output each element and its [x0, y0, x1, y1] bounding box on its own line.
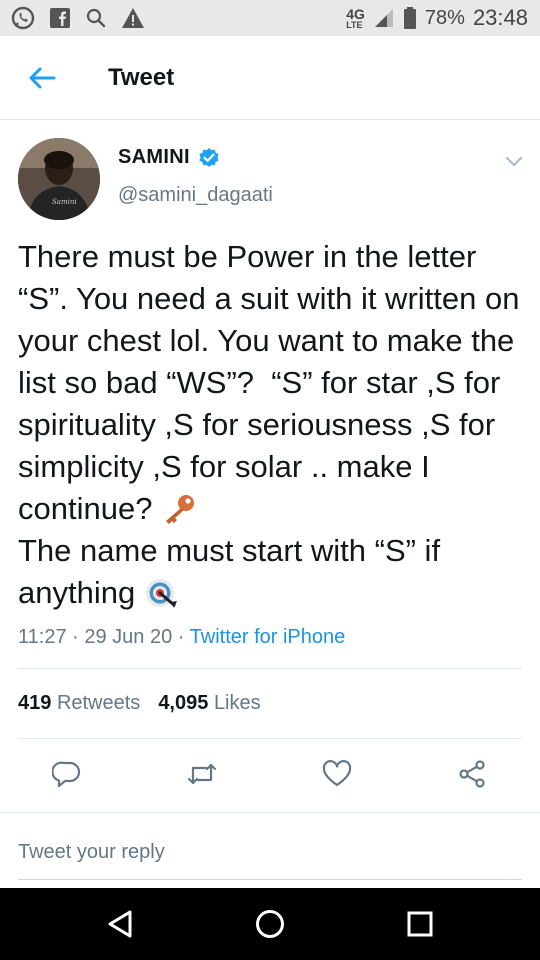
navigation-bar: [0, 888, 540, 960]
retweets-label: Retweets: [56, 692, 141, 714]
avatar-image: Samini: [18, 138, 100, 220]
share-button[interactable]: [456, 758, 488, 790]
network-subtype: LTE: [346, 19, 363, 30]
divider: [18, 668, 522, 669]
tweet-date: 29 Jun 20: [84, 626, 173, 648]
status-bar-system: 4G LTE 78% 23:48: [346, 5, 528, 31]
retweet-icon: [187, 763, 217, 785]
likes-label: Likes: [213, 692, 261, 714]
tweet-text-main: There must be Power in the letter “S”. Y…: [18, 239, 529, 526]
triangle-back-icon: [108, 910, 132, 938]
back-button[interactable]: [12, 48, 72, 108]
reply-bar: Tweet your reply: [0, 812, 540, 888]
likes-stat[interactable]: 4,095 Likes: [158, 692, 260, 715]
whatsapp-icon: [11, 6, 35, 30]
clock: 23:48: [472, 5, 528, 30]
network-indicator: 4G LTE: [346, 7, 365, 30]
battery-percent: 78%: [424, 6, 465, 29]
status-bar-notifications: [10, 5, 146, 31]
tweet-stats: 419 Retweets 4,095 Likes: [18, 692, 261, 715]
like-button[interactable]: [321, 758, 353, 790]
page-title: Tweet: [108, 63, 175, 91]
arrow-left-icon: [29, 67, 56, 88]
app-bar: Tweet: [0, 36, 540, 120]
key-emoji-icon: [166, 495, 195, 524]
likes-count: 4,095: [158, 692, 209, 714]
retweet-button[interactable]: [186, 758, 218, 790]
nav-back-button[interactable]: [102, 906, 138, 942]
author-handle[interactable]: @samini_dagaati: [118, 184, 273, 207]
heart-icon: [322, 760, 352, 787]
square-recents-icon: [407, 911, 433, 937]
verified-badge-icon: [199, 147, 219, 167]
tweet-meta: 11:27 · 29 Jun 20 · Twitter for iPhone: [18, 626, 346, 648]
tweet-text: There must be Power in the letter “S”. Y…: [18, 236, 528, 614]
avatar-shirt-text: Samini: [52, 198, 77, 206]
circle-home-icon: [256, 910, 284, 938]
signal-icon: [374, 9, 393, 27]
author-name-row: SAMINI: [118, 146, 220, 169]
network-type: 4G: [346, 5, 365, 22]
warning-icon: [122, 8, 144, 28]
reply-button[interactable]: [51, 758, 83, 790]
avatar[interactable]: Samini: [18, 138, 100, 220]
reply-icon: [52, 761, 81, 788]
tweet-actions: [0, 748, 540, 800]
tweet-time: 11:27: [18, 626, 67, 648]
reply-input[interactable]: Tweet your reply: [18, 841, 165, 864]
chevron-down-icon[interactable]: [502, 150, 526, 174]
nav-recents-button[interactable]: [402, 906, 438, 942]
reply-input-underline: [18, 879, 522, 880]
tweet-text-end: The name must start with “S” if anything: [18, 533, 449, 610]
facebook-icon: [50, 8, 70, 28]
battery-icon: [403, 7, 416, 29]
retweets-stat[interactable]: 419 Retweets: [18, 692, 140, 715]
status-bar: 4G LTE 78% 23:48: [0, 0, 540, 36]
tweet-source-link[interactable]: Twitter for iPhone: [190, 626, 346, 648]
author-name[interactable]: SAMINI: [118, 146, 190, 169]
divider: [18, 738, 522, 739]
share-icon: [459, 760, 485, 788]
retweets-count: 419: [18, 692, 52, 714]
search-notification-icon: [86, 8, 106, 28]
nav-home-button[interactable]: [252, 906, 288, 942]
direct-hit-emoji-icon: [145, 579, 177, 608]
